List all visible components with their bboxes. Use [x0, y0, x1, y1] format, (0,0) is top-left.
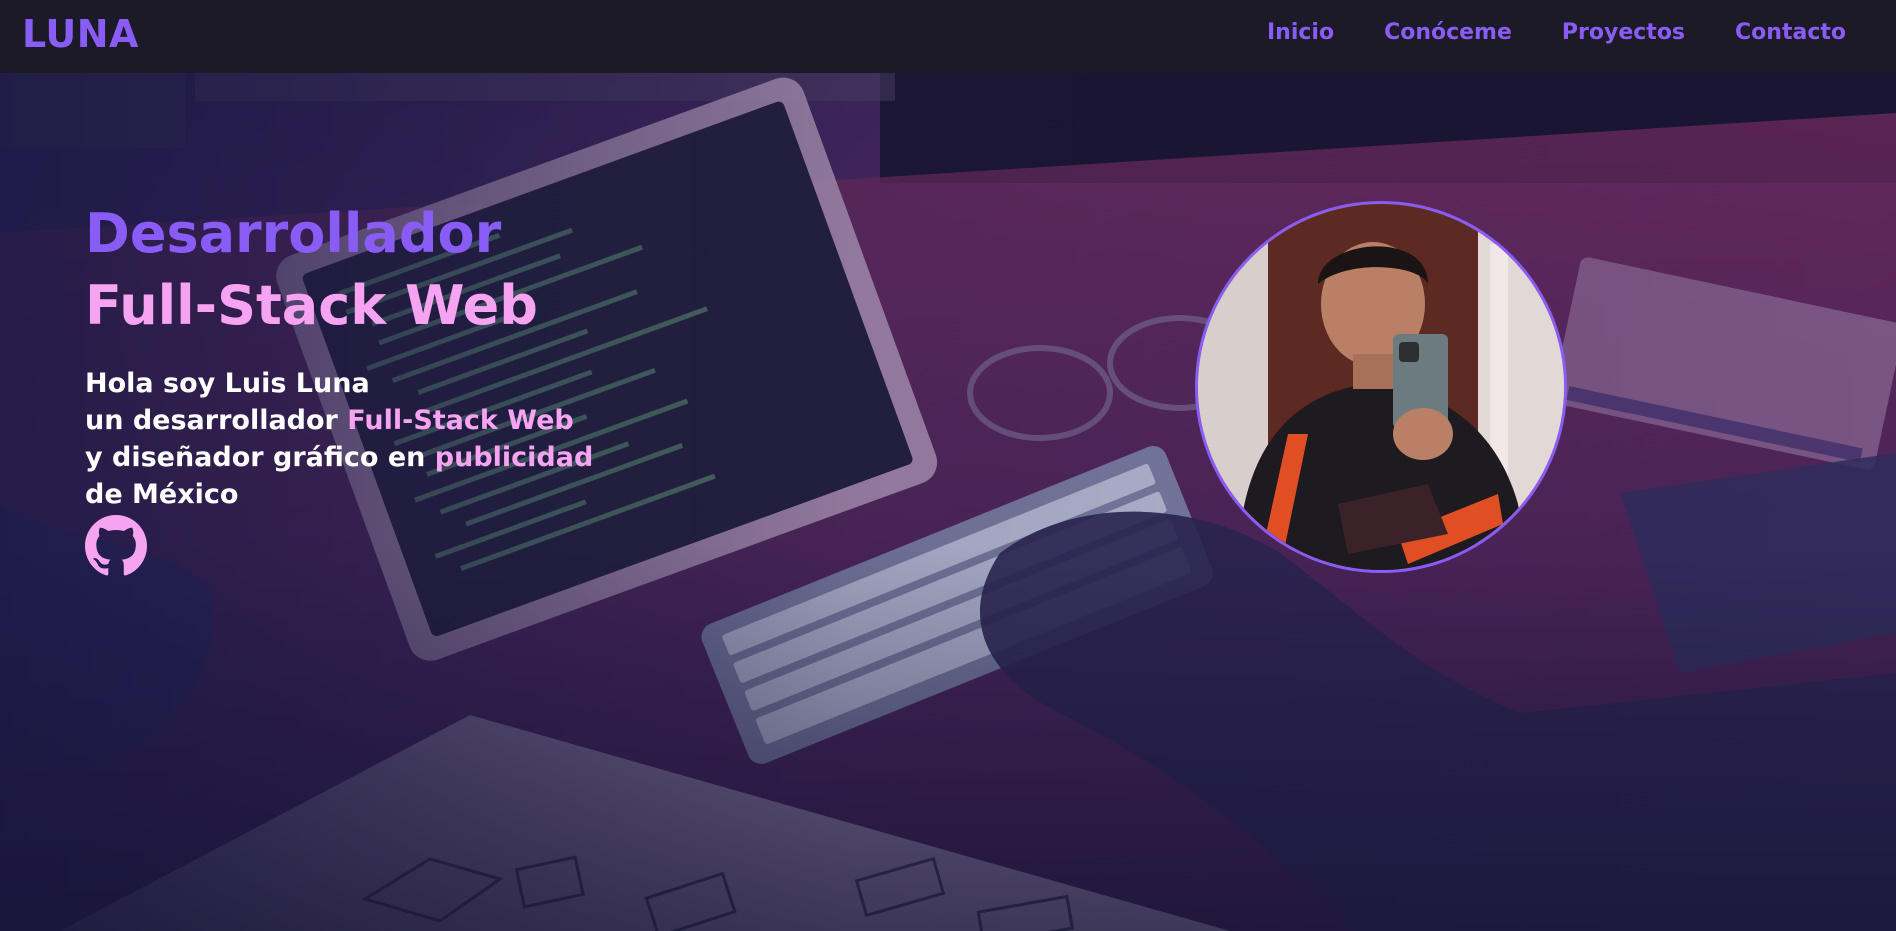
intro-line4: de México: [85, 479, 239, 510]
nav-links: Inicio Conóceme Proyectos Contacto: [1267, 20, 1846, 45]
logo[interactable]: LUNA: [22, 12, 139, 56]
nav-link-proyectos[interactable]: Proyectos: [1562, 20, 1685, 45]
hero-intro: Hola soy Luis Luna un desarrollador Full…: [85, 365, 593, 513]
nav-link-contacto[interactable]: Contacto: [1735, 20, 1846, 45]
hero-title: Desarrollador Full-Stack Web: [85, 198, 538, 342]
nav-link-conoceme[interactable]: Conóceme: [1384, 20, 1512, 45]
hero-title-line1: Desarrollador: [85, 202, 502, 265]
hero-section: Desarrollador Full-Stack Web Hola soy Lu…: [0, 73, 1896, 931]
github-link[interactable]: [85, 515, 147, 577]
github-icon: [85, 515, 147, 576]
intro-line2-prefix: un desarrollador: [85, 405, 348, 436]
intro-line1: Hola soy Luis Luna: [85, 368, 370, 399]
avatar: [1195, 201, 1567, 573]
page: LUNA Inicio Conóceme Proyectos Contacto: [0, 0, 1896, 931]
navbar: LUNA Inicio Conóceme Proyectos Contacto: [0, 0, 1896, 73]
intro-line2-highlight: Full-Stack Web: [347, 405, 574, 436]
intro-line3-highlight: publicidad: [434, 442, 594, 473]
profile-photo: [1198, 204, 1564, 570]
hero-title-line2: Full-Stack Web: [85, 274, 538, 337]
intro-line3-prefix: y diseñador gráfico en: [85, 442, 435, 473]
nav-link-inicio[interactable]: Inicio: [1267, 20, 1334, 45]
